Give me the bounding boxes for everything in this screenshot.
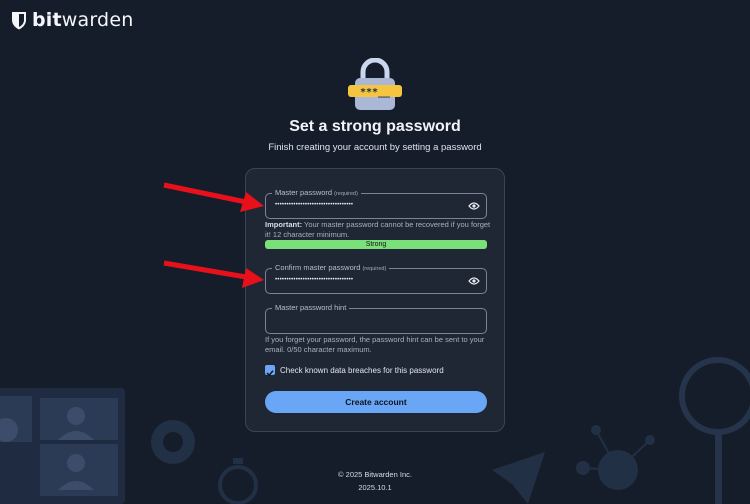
breach-check-checkbox[interactable] <box>265 365 275 377</box>
master-password-label: Master password (required) <box>272 188 361 197</box>
page-subtitle: Finish creating your account by setting … <box>268 142 482 153</box>
page-title: Set a strong password <box>289 118 461 135</box>
confirm-password-label: Confirm master password (required) <box>272 263 390 272</box>
master-password-field[interactable]: Master password (required) ••••••••••••••… <box>265 188 487 219</box>
brand-name: bitwarden <box>32 9 134 31</box>
create-account-button[interactable]: Create account <box>265 391 487 413</box>
masked-password-text: ***__ <box>360 87 391 98</box>
confirm-password-input[interactable]: •••••••••••••••••••••••••••••••••• <box>275 277 353 283</box>
lock-password-illustration: ***__ <box>348 58 402 110</box>
password-hint-label: Master password hint <box>272 303 350 312</box>
password-hint-field[interactable]: Master password hint <box>265 303 487 334</box>
footer-copyright: © 2025 Bitwarden Inc. <box>338 470 412 479</box>
breach-check-label[interactable]: Check known data breaches for this passw… <box>280 366 444 375</box>
master-password-helper: Important: Your master password cannot b… <box>265 220 491 239</box>
confirm-password-field[interactable]: Confirm master password (required) ••••••… <box>265 263 487 294</box>
bitwarden-logo[interactable]: bitwarden <box>11 9 133 31</box>
password-strength-bar: Strong <box>265 240 487 249</box>
bitwarden-shield-icon <box>12 11 26 29</box>
annotation-arrow-master-password <box>163 182 264 212</box>
footer-version: 2025.10.1 <box>358 483 392 492</box>
eye-icon[interactable] <box>468 201 480 211</box>
annotation-arrow-confirm-password <box>163 260 264 288</box>
set-password-card: Master password (required) ••••••••••••••… <box>245 168 505 432</box>
password-hint-helper: If you forget your password, the passwor… <box>265 335 485 354</box>
checkmark-icon <box>266 370 274 377</box>
eye-icon[interactable] <box>468 276 480 286</box>
master-password-input[interactable]: •••••••••••••••••••••••••••••••••• <box>275 202 353 208</box>
